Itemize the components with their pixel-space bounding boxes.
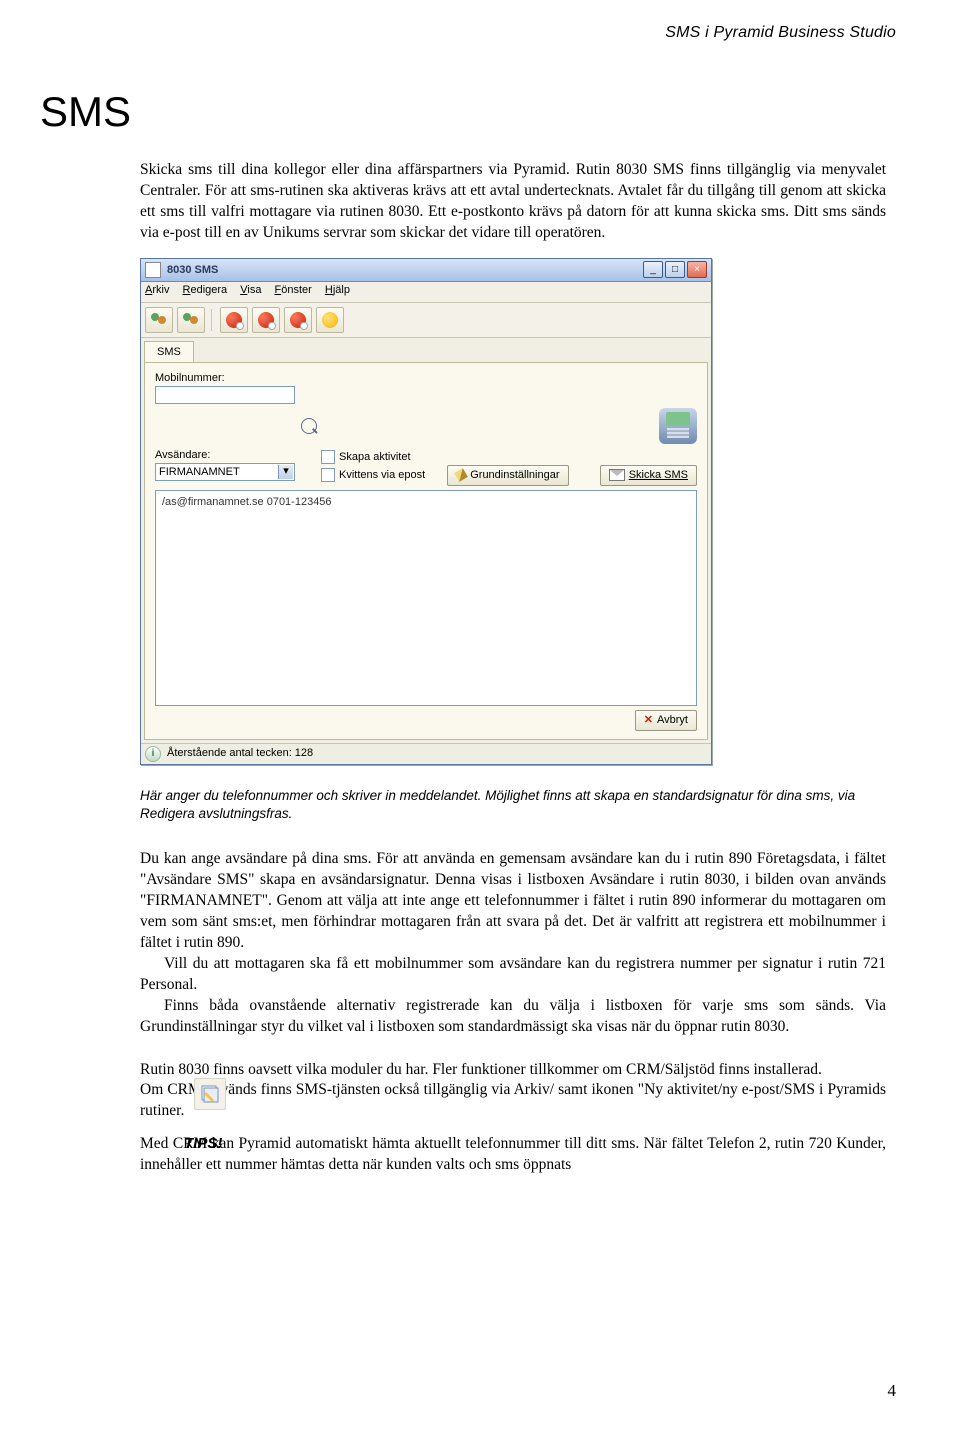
statusbar: i Återstående antal tecken: 128 [141,743,711,764]
grundinstallningar-button[interactable]: Grundinställningar [447,465,568,486]
toolbar-people-button[interactable] [177,307,205,333]
toolbar-smiley-button[interactable] [316,307,344,333]
stop-icon [258,312,274,328]
checkbox-skapa-aktivitet[interactable]: Skapa aktivitet [321,450,425,465]
running-header: SMS i Pyramid Business Studio [100,22,896,44]
avsandare-value: FIRMANAMNET [159,466,240,478]
screenshot-caption: Här anger du telefonnummer och skriver i… [140,787,886,823]
mail-icon [609,469,625,481]
note-icon [194,1078,226,1110]
maximize-button[interactable]: □ [665,261,685,278]
pencil-icon [454,468,468,482]
toolbar-stop1-button[interactable] [220,307,248,333]
message-value: /as@firmanamnet.se 0701-123456 [162,496,332,508]
chevron-down-icon: ▾ [278,465,293,479]
sms-panel: Mobilnummer: Avsändare: FIRMANAMNET [144,362,708,740]
menu-visa[interactable]: Visa [240,284,261,296]
status-text: Återstående antal tecken: 128 [167,746,313,761]
window-title: 8030 SMS [167,263,643,278]
toolbar-separator [211,309,214,331]
window-titlebar: 8030 SMS _ □ × [141,259,711,282]
body-paragraph-4: Rutin 8030 finns oavsett vilka moduler d… [140,1060,886,1081]
message-textarea[interactable]: /as@firmanamnet.se 0701-123456 [155,490,697,706]
tab-sms[interactable]: SMS [144,341,194,362]
menu-arkiv[interactable]: Arkiv [145,284,169,296]
tips-label: TIPS! [184,1134,222,1154]
mobilnummer-label: Mobilnummer: [155,371,697,386]
close-button[interactable]: × [687,261,707,278]
menubar: Arkiv Redigera Visa Fönster Hjälp [141,282,711,303]
smiley-icon [322,312,338,328]
page-title: SMS [40,84,896,141]
toolbar [141,303,711,338]
mobilnummer-input[interactable] [155,386,295,404]
checkbox-kvittens-epost[interactable]: Kvittens via epost [321,468,425,483]
avsandare-select[interactable]: FIRMANAMNET ▾ [155,463,295,481]
menu-redigera[interactable]: Redigera [183,284,228,296]
body-paragraph-2: Vill du att mottagaren ska få ett mobiln… [140,954,886,996]
close-icon: ✕ [644,713,653,728]
minimize-button[interactable]: _ [643,261,663,278]
toolbar-stop2-button[interactable] [252,307,280,333]
people-icon [183,313,199,327]
stop-icon [226,312,242,328]
avbryt-button[interactable]: ✕Avbryt [635,710,697,731]
tips-paragraph: Med CRM kan Pyramid automatiskt hämta ak… [140,1134,886,1176]
body-paragraph-3: Finns båda ovanstående alternativ regist… [140,996,886,1038]
body-paragraph-1: Du kan ange avsändare på dina sms. För a… [140,849,886,954]
avsandare-label: Avsändare: [155,448,295,463]
skicka-sms-button[interactable]: Skicka SMS [600,465,697,486]
intro-paragraph: Skicka sms till dina kollegor eller dina… [140,160,886,244]
info-icon: i [145,746,161,762]
search-icon[interactable] [301,418,317,434]
user-icon [151,313,167,327]
body-paragraph-5: Om CRM används finns SMS-tjänsten också … [140,1080,886,1122]
toolbar-stop3-button[interactable] [284,307,312,333]
screenshot-8030-sms: 8030 SMS _ □ × Arkiv Redigera Visa Fönst… [140,258,712,765]
stop-icon [290,312,306,328]
app-icon [145,262,161,278]
toolbar-user-button[interactable] [145,307,173,333]
page-number: 4 [888,1380,897,1403]
menu-hjalp[interactable]: Hjälp [325,284,350,296]
phone-icon [659,408,697,444]
menu-fonster[interactable]: Fönster [275,284,312,296]
